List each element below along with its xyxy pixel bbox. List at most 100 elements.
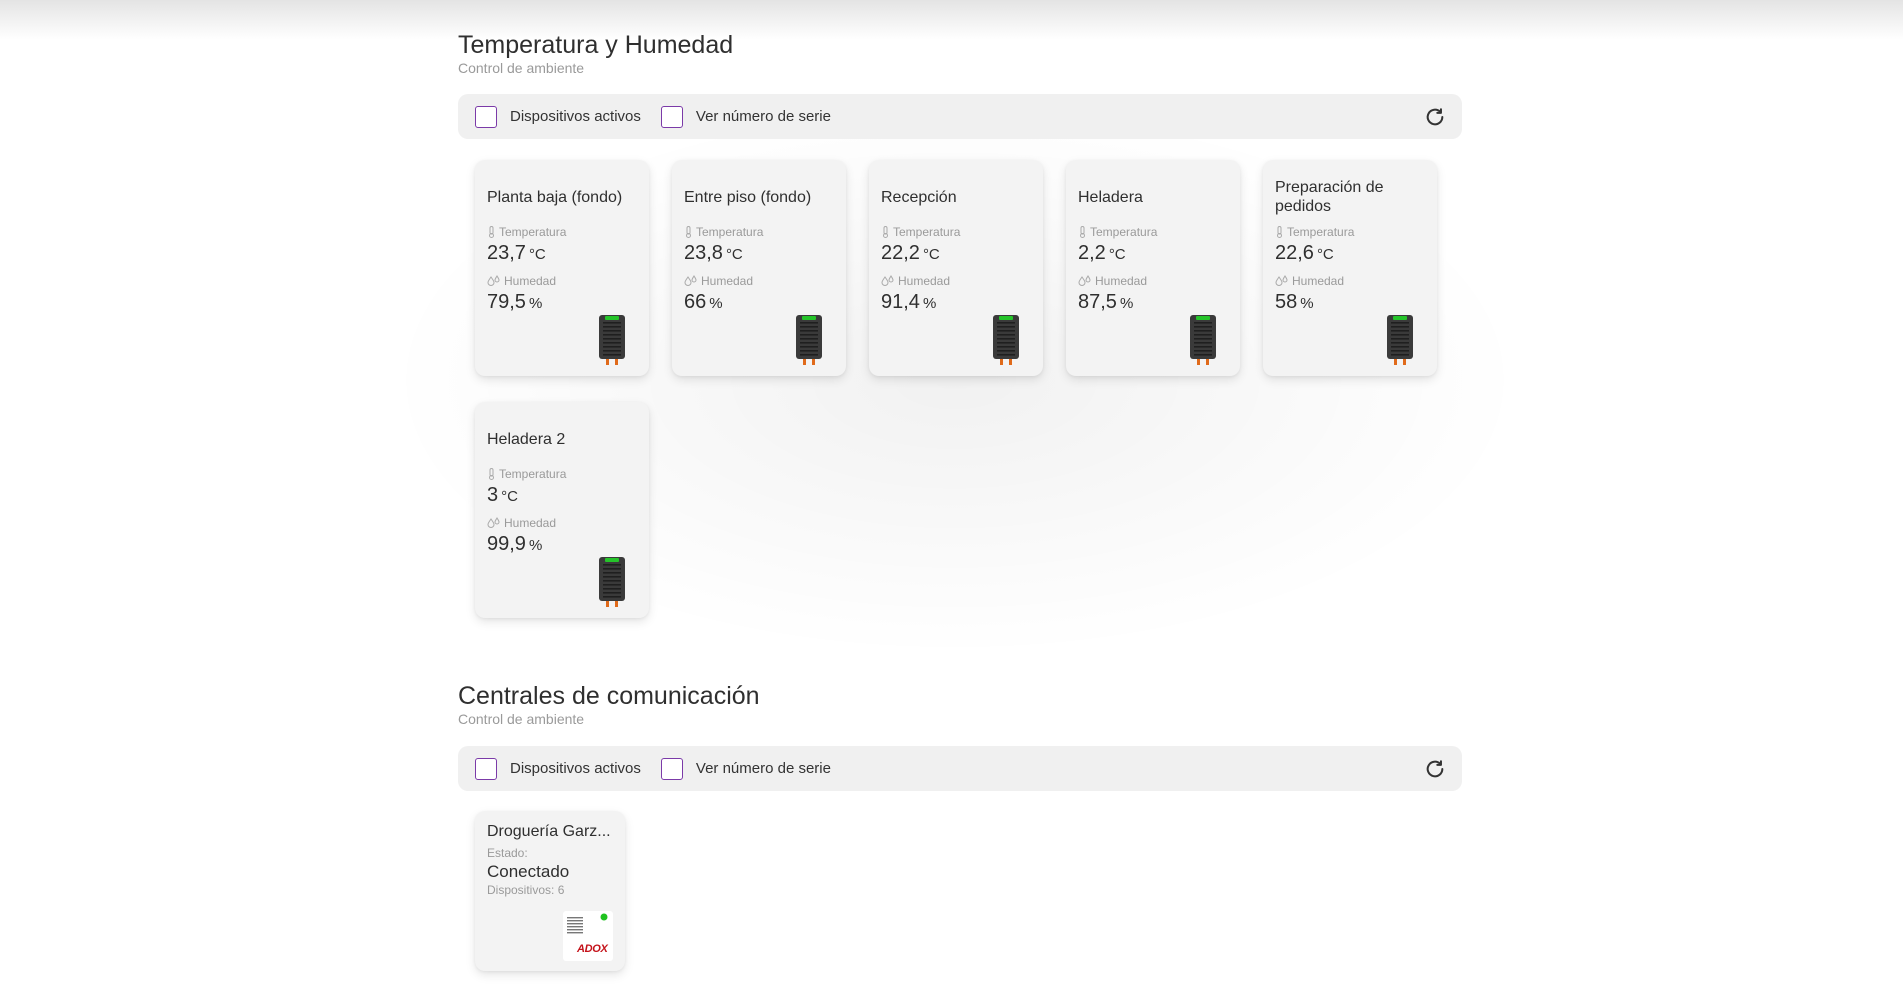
checkbox-box[interactable] [660,105,683,128]
temperature-label-row: Temperatura [1275,225,1354,239]
temperature-value: 23,7 [487,242,526,264]
active-devices-checkbox[interactable]: Dispositivos activos [475,105,641,128]
humidity-label-row: Humedad [487,516,556,530]
sensor-card[interactable]: Preparación de pedidos Temperatura 22,6 °C H… [1263,160,1437,376]
humidity-value-row: 91,4% [881,291,936,314]
sensor-card[interactable]: Heladera 2 Temperatura 3 °C Humedad 99,9% [475,402,649,618]
humidity-unit: % [528,295,543,312]
sensor-name: Heladera 2 [487,430,566,448]
temperature-value-row: 23,8 °C [684,242,743,265]
humidity-icon [1078,275,1091,286]
communication-hubs-section: Centrales de comunicación Control de amb… [458,681,1462,791]
sensor-name: Preparación de pedidos [1275,179,1384,215]
temperature-value-row: 22,6 °C [1275,242,1334,265]
humidity-unit: % [1300,295,1314,312]
thermometer-icon [883,226,888,238]
humidity-value-row: 87,5% [1078,291,1133,314]
section-subtitle: Control de ambiente [458,711,585,727]
temperature-unit: °C [922,246,940,263]
sensor-name: Entre piso (fondo) [684,188,812,206]
checkbox-label: Ver número de serie [695,760,831,777]
refresh-icon[interactable] [1424,106,1446,128]
temperature-value: 3 [487,484,499,506]
temperature-value-row: 23,7 °C [487,242,546,265]
humidity-label-row: Humedad [487,274,556,288]
thermometer-icon [489,468,494,480]
sensor-device-icon [599,557,625,607]
filter-toolbar: Dispositivos activos Ver número de serie [458,94,1462,139]
temperature-value-row: 22,2 °C [881,242,940,265]
sensor-device-icon [1387,315,1413,365]
sensor-device-icon [599,315,625,365]
humidity-value: 66 [684,291,707,313]
humidity-icon [1275,275,1288,286]
section-title: Centrales de comunicación [458,682,760,710]
sensor-card[interactable]: Planta baja (fondo) Temperatura 23,7 °C Hume… [475,160,649,376]
sensor-device-icon [1190,315,1216,365]
thermometer-icon [1277,226,1282,238]
checkbox-label: Dispositivos activos [510,108,641,125]
humidity-unit: % [1119,295,1134,312]
temperature-value: 22,6 [1275,242,1314,264]
sensor-card[interactable]: Entre piso (fondo) Temperatura 23,8 °C Humed… [672,160,846,376]
humidity-value: 79,5 [487,291,526,313]
humidity-icon [487,517,500,528]
temperature-unit: °C [1108,246,1126,263]
temperature-humidity-section: Temperatura y Humedad Control de ambient… [458,30,1462,139]
checkbox-label: Ver número de serie [695,108,831,125]
hub-name: Droguería Garz... [487,823,611,840]
temperature-label-row: Temperatura [1078,225,1157,239]
humidity-label-row: Humedad [684,274,753,288]
filter-toolbar: Dispositivos activos Ver número de serie [458,746,1462,791]
humidity-icon [881,275,894,286]
sensor-name: Heladera [1078,188,1143,206]
humidity-value: 87,5 [1078,291,1117,313]
temperature-unit: °C [725,246,743,263]
thermometer-icon [686,226,691,238]
humidity-value: 58 [1275,291,1298,313]
sensor-card[interactable]: Heladera Temperatura 2,2 °C Humedad 87,5% [1066,160,1240,376]
humidity-label: Humedad [701,274,754,288]
section-title: Temperatura y Humedad [458,31,734,59]
temperature-unit: °C [1316,246,1334,263]
thermometer-icon [1080,226,1085,238]
sensor-device-icon [993,315,1019,365]
humidity-value-row: 99,9% [487,533,542,556]
serial-number-checkbox[interactable]: Ver número de serie [660,105,831,128]
humidity-label: Humedad [1292,274,1345,288]
sensor-card[interactable]: Recepción Temperatura 22,2 °C Humedad 91,4% [869,160,1043,376]
temperature-value: 2,2 [1078,242,1106,264]
checkbox-box[interactable] [475,105,497,128]
humidity-unit: % [528,537,543,554]
thermometer-icon [489,226,494,238]
temperature-unit: °C [501,488,518,505]
humidity-value-row: 79,5% [487,291,542,314]
humidity-value: 91,4 [881,291,920,313]
temperature-value-row: 2,2 °C [1078,242,1126,265]
humidity-label: Humedad [504,274,557,288]
temperature-label-row: Temperatura [881,225,960,239]
refresh-icon[interactable] [1424,758,1446,780]
humidity-label-row: Humedad [1275,274,1344,288]
temperature-label: Temperatura [893,225,961,239]
humidity-icon [684,275,697,286]
humidity-value-row: 66% [684,291,723,314]
temperature-label: Temperatura [696,225,764,239]
sensor-device-icon [796,315,822,365]
sensor-name: Recepción [881,188,957,206]
humidity-label: Humedad [1095,274,1148,288]
temperature-label-row: Temperatura [487,225,566,239]
hub-card[interactable]: Droguería Garz... Estado: Conectado Disp… [475,811,625,971]
active-devices-checkbox[interactable]: Dispositivos activos [475,757,641,780]
humidity-unit: % [709,295,723,312]
temperature-label: Temperatura [1287,225,1355,239]
humidity-value: 99,9 [487,533,526,555]
checkbox-box[interactable] [475,757,497,780]
humidity-label-row: Humedad [1078,274,1147,288]
sensor-name: Planta baja (fondo) [487,188,623,206]
hub-device-count: Dispositivos: 6 [487,883,565,897]
temperature-unit: °C [528,246,546,263]
hub-state-label: Estado: [487,846,528,860]
serial-number-checkbox[interactable]: Ver número de serie [660,757,831,780]
checkbox-box[interactable] [660,757,683,780]
